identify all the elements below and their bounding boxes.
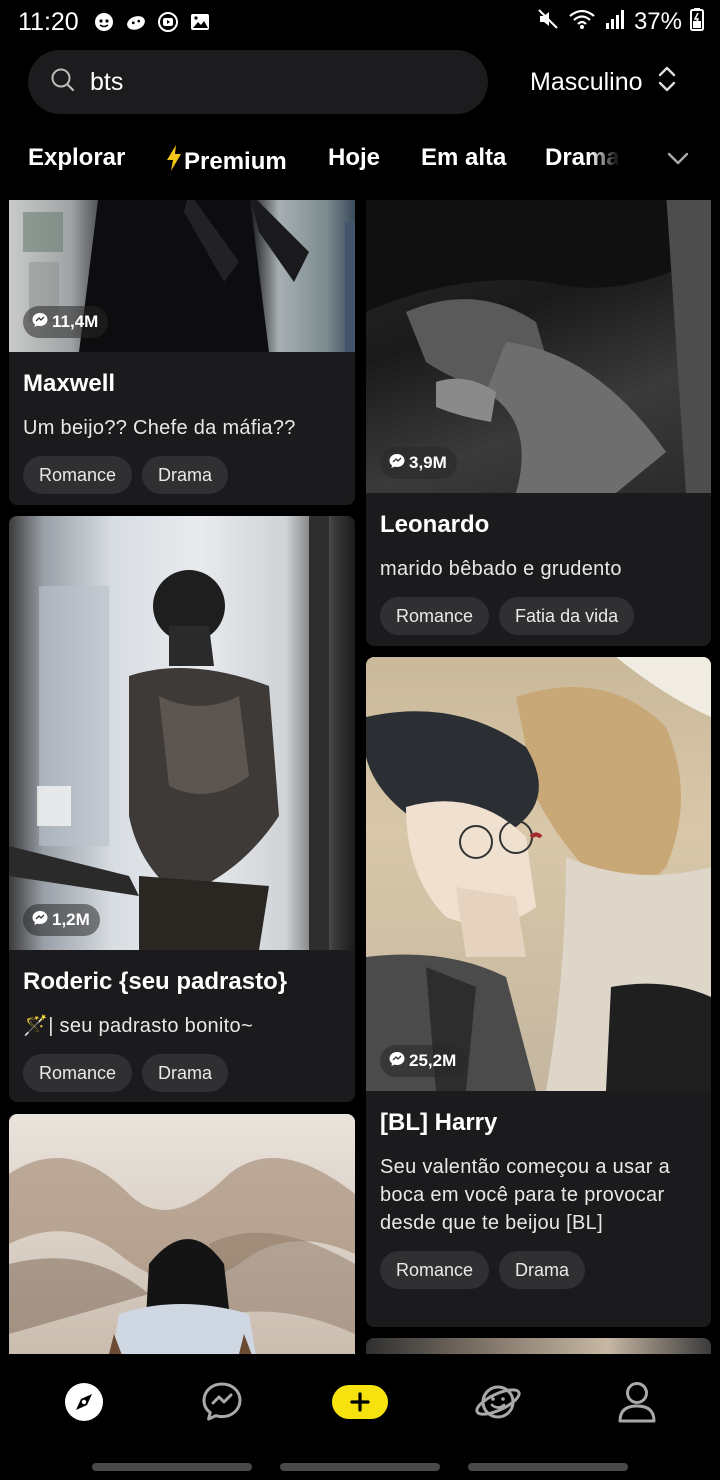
mute-icon: [536, 7, 560, 38]
character-name: Leonardo: [380, 511, 490, 538]
media-notification-icon: [157, 11, 179, 33]
tag-chip[interactable]: Drama: [142, 1054, 229, 1092]
bottom-navigation: [0, 1354, 720, 1480]
view-count: 3,9M: [409, 453, 447, 472]
tab-premium[interactable]: Premium: [164, 144, 287, 179]
tag-list: Romance Drama: [9, 456, 355, 494]
profile-icon: [617, 1380, 657, 1429]
search-icon: [50, 67, 76, 98]
view-count-badge: 1,2M: [23, 904, 100, 936]
gender-label: Masculino: [530, 68, 643, 96]
tab-explorar[interactable]: Explorar: [28, 144, 125, 172]
nav-create[interactable]: [331, 1376, 389, 1432]
character-card-roderic[interactable]: 1,2M Roderic {seu padrasto} 🪄| seu padra…: [9, 516, 355, 1102]
sort-chevrons-icon: [657, 64, 677, 101]
tag-chip[interactable]: Romance: [23, 1054, 133, 1092]
tag-list: Romance Fatia da vida: [366, 597, 711, 635]
view-count: 25,2M: [409, 1051, 457, 1070]
nav-world[interactable]: [468, 1376, 528, 1432]
top-bar: bts Masculino: [0, 50, 720, 114]
tag-chip[interactable]: Drama: [499, 1251, 586, 1289]
tag-chip[interactable]: Drama: [142, 456, 229, 494]
character-image: 1,2M: [9, 516, 355, 950]
chat-bubble-icon: [31, 311, 49, 334]
view-count-badge: 11,4M: [23, 306, 109, 338]
battery-icon: [690, 7, 704, 38]
search-bar[interactable]: bts: [28, 50, 488, 114]
tag-chip[interactable]: Romance: [23, 456, 133, 494]
character-image: 3,9M: [366, 200, 711, 493]
create-icon: [331, 1384, 389, 1425]
system-status: 37%: [536, 7, 704, 38]
chat-bubble-icon: [388, 452, 406, 475]
gesture-hint-left: [92, 1463, 252, 1471]
character-feed: 11,4M Maxwell Um beijo?? Chefe da máfia?…: [0, 200, 720, 1354]
search-input[interactable]: bts: [90, 68, 123, 97]
battery-percent: 37%: [633, 8, 682, 35]
tab-em-alta[interactable]: Em alta: [421, 144, 506, 172]
gesture-hint-right: [468, 1463, 628, 1471]
status-time: 11:20: [18, 7, 79, 36]
character-name: [BL] Harry: [380, 1109, 498, 1136]
signal-icon: [604, 7, 626, 38]
chat-icon: [200, 1380, 244, 1429]
expand-tabs-chevron-icon[interactable]: [664, 144, 692, 177]
character-image: 11,4M: [9, 200, 355, 352]
tag-list: Romance Drama: [9, 1054, 355, 1092]
character-card-leonardo[interactable]: 3,9M Leonardo marido bêbado e grudento R…: [366, 200, 711, 646]
tag-chip[interactable]: Romance: [380, 1251, 490, 1289]
character-name: Maxwell: [23, 370, 116, 397]
character-name: Roderic {seu padrasto}: [23, 968, 288, 995]
status-bar: 11:20 37%: [0, 0, 720, 44]
character-card-maxwell[interactable]: 11,4M Maxwell Um beijo?? Chefe da máfia?…: [9, 200, 355, 505]
view-count: 1,2M: [52, 910, 90, 929]
tag-list: Romance Drama: [366, 1251, 711, 1289]
tab-premium-label: Premium: [184, 147, 287, 175]
nav-chats[interactable]: [192, 1376, 252, 1432]
character-card-harry[interactable]: 25,2M [BL] Harry Seu valentão começou a …: [366, 657, 711, 1327]
character-description: Seu valentão começou a usar a boca em vo…: [380, 1156, 670, 1234]
planet-icon: [473, 1380, 523, 1429]
app-notification-icon: [93, 11, 115, 33]
view-count: 11,4M: [52, 312, 99, 331]
notification-icons: [93, 11, 211, 33]
character-card-partial[interactable]: [366, 1338, 711, 1354]
wifi-icon: [568, 7, 596, 38]
category-tabs: Explorar Premium Hoje Em alta Drama: [0, 136, 720, 182]
lightning-icon: [164, 144, 184, 179]
image-notification-icon: [189, 11, 211, 33]
character-description: marido bêbado e grudento: [380, 558, 622, 580]
tab-drama[interactable]: Drama: [545, 144, 620, 172]
chat-bubble-icon: [388, 1050, 406, 1073]
tag-chip[interactable]: Fatia da vida: [499, 597, 635, 635]
character-image: [366, 1338, 711, 1354]
view-count-badge: 25,2M: [380, 1045, 467, 1077]
character-description: Um beijo?? Chefe da máfia??: [23, 417, 296, 439]
character-card-partial[interactable]: [9, 1114, 355, 1354]
tag-chip[interactable]: Romance: [380, 597, 490, 635]
character-image: [9, 1114, 355, 1354]
chat-bubble-icon: [31, 909, 49, 932]
gesture-hint-home[interactable]: [280, 1463, 440, 1471]
view-count-badge: 3,9M: [380, 447, 457, 479]
game-notification-icon: [125, 11, 147, 33]
gender-selector[interactable]: Masculino: [530, 64, 677, 101]
character-image: 25,2M: [366, 657, 711, 1091]
nav-explore[interactable]: [54, 1376, 114, 1432]
nav-profile[interactable]: [607, 1376, 667, 1432]
character-description: 🪄| seu padrasto bonito~: [23, 1015, 253, 1037]
tab-hoje[interactable]: Hoje: [328, 144, 380, 172]
explore-icon: [63, 1381, 105, 1428]
